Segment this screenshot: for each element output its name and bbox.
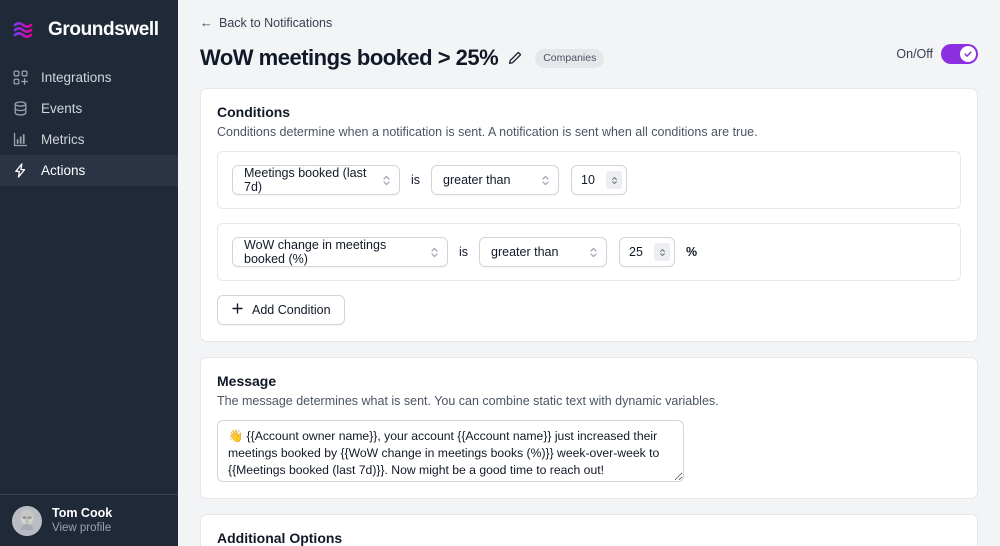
additional-options-card: Additional Options Maximum frequency of … xyxy=(200,514,978,546)
condition-unit-label: % xyxy=(686,245,698,259)
profile-text: Tom Cook View profile xyxy=(52,506,112,536)
sidebar-item-label: Metrics xyxy=(41,132,85,147)
additional-options-title: Additional Options xyxy=(217,530,343,546)
sidebar-item-integrations[interactable]: Integrations xyxy=(0,62,178,93)
brand[interactable]: Groundswell xyxy=(0,0,178,46)
arrow-left-icon: ← xyxy=(200,15,213,30)
condition-operator-select[interactable]: greater than xyxy=(431,165,560,195)
sidebar-item-label: Actions xyxy=(41,163,86,178)
avatar xyxy=(12,505,42,536)
condition-metric-select[interactable]: Meetings booked (last 7d) xyxy=(232,165,400,195)
conditions-card: Conditions Conditions determine when a n… xyxy=(200,88,978,342)
condition-metric-value: Meetings booked (last 7d) xyxy=(244,166,367,194)
message-title: Message xyxy=(217,373,277,389)
message-textarea[interactable] xyxy=(217,420,684,482)
condition-is-label: is xyxy=(411,173,421,187)
app-root: Groundswell Integrations Events Metrics … xyxy=(0,0,1000,546)
brand-name: Groundswell xyxy=(48,19,159,40)
condition-operator-value: greater than xyxy=(443,173,511,187)
stepper-buttons[interactable] xyxy=(606,171,623,189)
condition-value: 25 xyxy=(629,245,643,259)
plus-icon xyxy=(231,302,244,318)
database-icon xyxy=(12,100,29,117)
conditions-title: Conditions xyxy=(217,104,291,120)
main-content: ← Back to Notifications WoW meetings boo… xyxy=(178,0,1000,546)
check-icon xyxy=(964,51,972,57)
toggle-knob xyxy=(960,46,976,62)
sidebar-nav: Integrations Events Metrics Actions xyxy=(0,62,178,186)
add-condition-label: Add Condition xyxy=(252,303,331,317)
back-to-notifications-link[interactable]: ← Back to Notifications xyxy=(200,16,332,30)
chevron-updown-icon xyxy=(588,245,599,260)
on-off-toggle-group: On/Off xyxy=(896,44,978,64)
profile-view-link[interactable]: View profile xyxy=(52,521,112,535)
waves-logo-icon xyxy=(12,19,40,41)
toggle-label: On/Off xyxy=(896,47,933,61)
sidebar: Groundswell Integrations Events Metrics … xyxy=(0,0,178,546)
squares-plus-icon xyxy=(12,69,29,86)
chevron-updown-icon xyxy=(540,173,551,188)
stepper-buttons[interactable] xyxy=(654,243,671,261)
on-off-toggle[interactable] xyxy=(941,44,978,64)
sidebar-item-label: Events xyxy=(41,101,83,116)
condition-value-stepper[interactable]: 25 xyxy=(619,237,676,267)
condition-row: Meetings booked (last 7d) is greater tha… xyxy=(217,151,961,209)
condition-is-label: is xyxy=(459,245,469,259)
condition-metric-select[interactable]: WoW change in meetings booked (%) xyxy=(232,237,448,267)
bolt-icon xyxy=(12,162,29,179)
condition-operator-select[interactable]: greater than xyxy=(479,237,608,267)
condition-operator-value: greater than xyxy=(491,245,559,259)
bar-chart-icon xyxy=(12,131,29,148)
page-title: WoW meetings booked > 25% xyxy=(200,45,499,70)
conditions-subtitle: Conditions determine when a notification… xyxy=(217,125,758,139)
message-card: Message The message determines what is s… xyxy=(200,357,978,499)
pencil-icon[interactable] xyxy=(507,50,523,66)
chevron-updown-icon xyxy=(429,245,440,260)
back-link-label: Back to Notifications xyxy=(219,15,333,30)
condition-value: 10 xyxy=(581,173,595,187)
sidebar-item-label: Integrations xyxy=(41,70,112,85)
message-subtitle: The message determines what is sent. You… xyxy=(217,394,719,408)
sidebar-item-metrics[interactable]: Metrics xyxy=(0,124,178,155)
sidebar-profile[interactable]: Tom Cook View profile xyxy=(0,494,178,546)
condition-value-stepper[interactable]: 10 xyxy=(571,165,628,195)
chevron-updown-icon xyxy=(381,173,392,188)
status-badge[interactable]: Companies xyxy=(535,48,605,68)
add-condition-button[interactable]: Add Condition xyxy=(217,295,345,325)
title-row: WoW meetings booked > 25% Companies xyxy=(200,43,978,73)
sidebar-item-actions[interactable]: Actions xyxy=(0,155,178,186)
profile-name: Tom Cook xyxy=(52,505,113,520)
sidebar-item-events[interactable]: Events xyxy=(0,93,178,124)
condition-metric-value: WoW change in meetings booked (%) xyxy=(244,238,387,266)
condition-row: WoW change in meetings booked (%) is gre… xyxy=(217,223,961,281)
